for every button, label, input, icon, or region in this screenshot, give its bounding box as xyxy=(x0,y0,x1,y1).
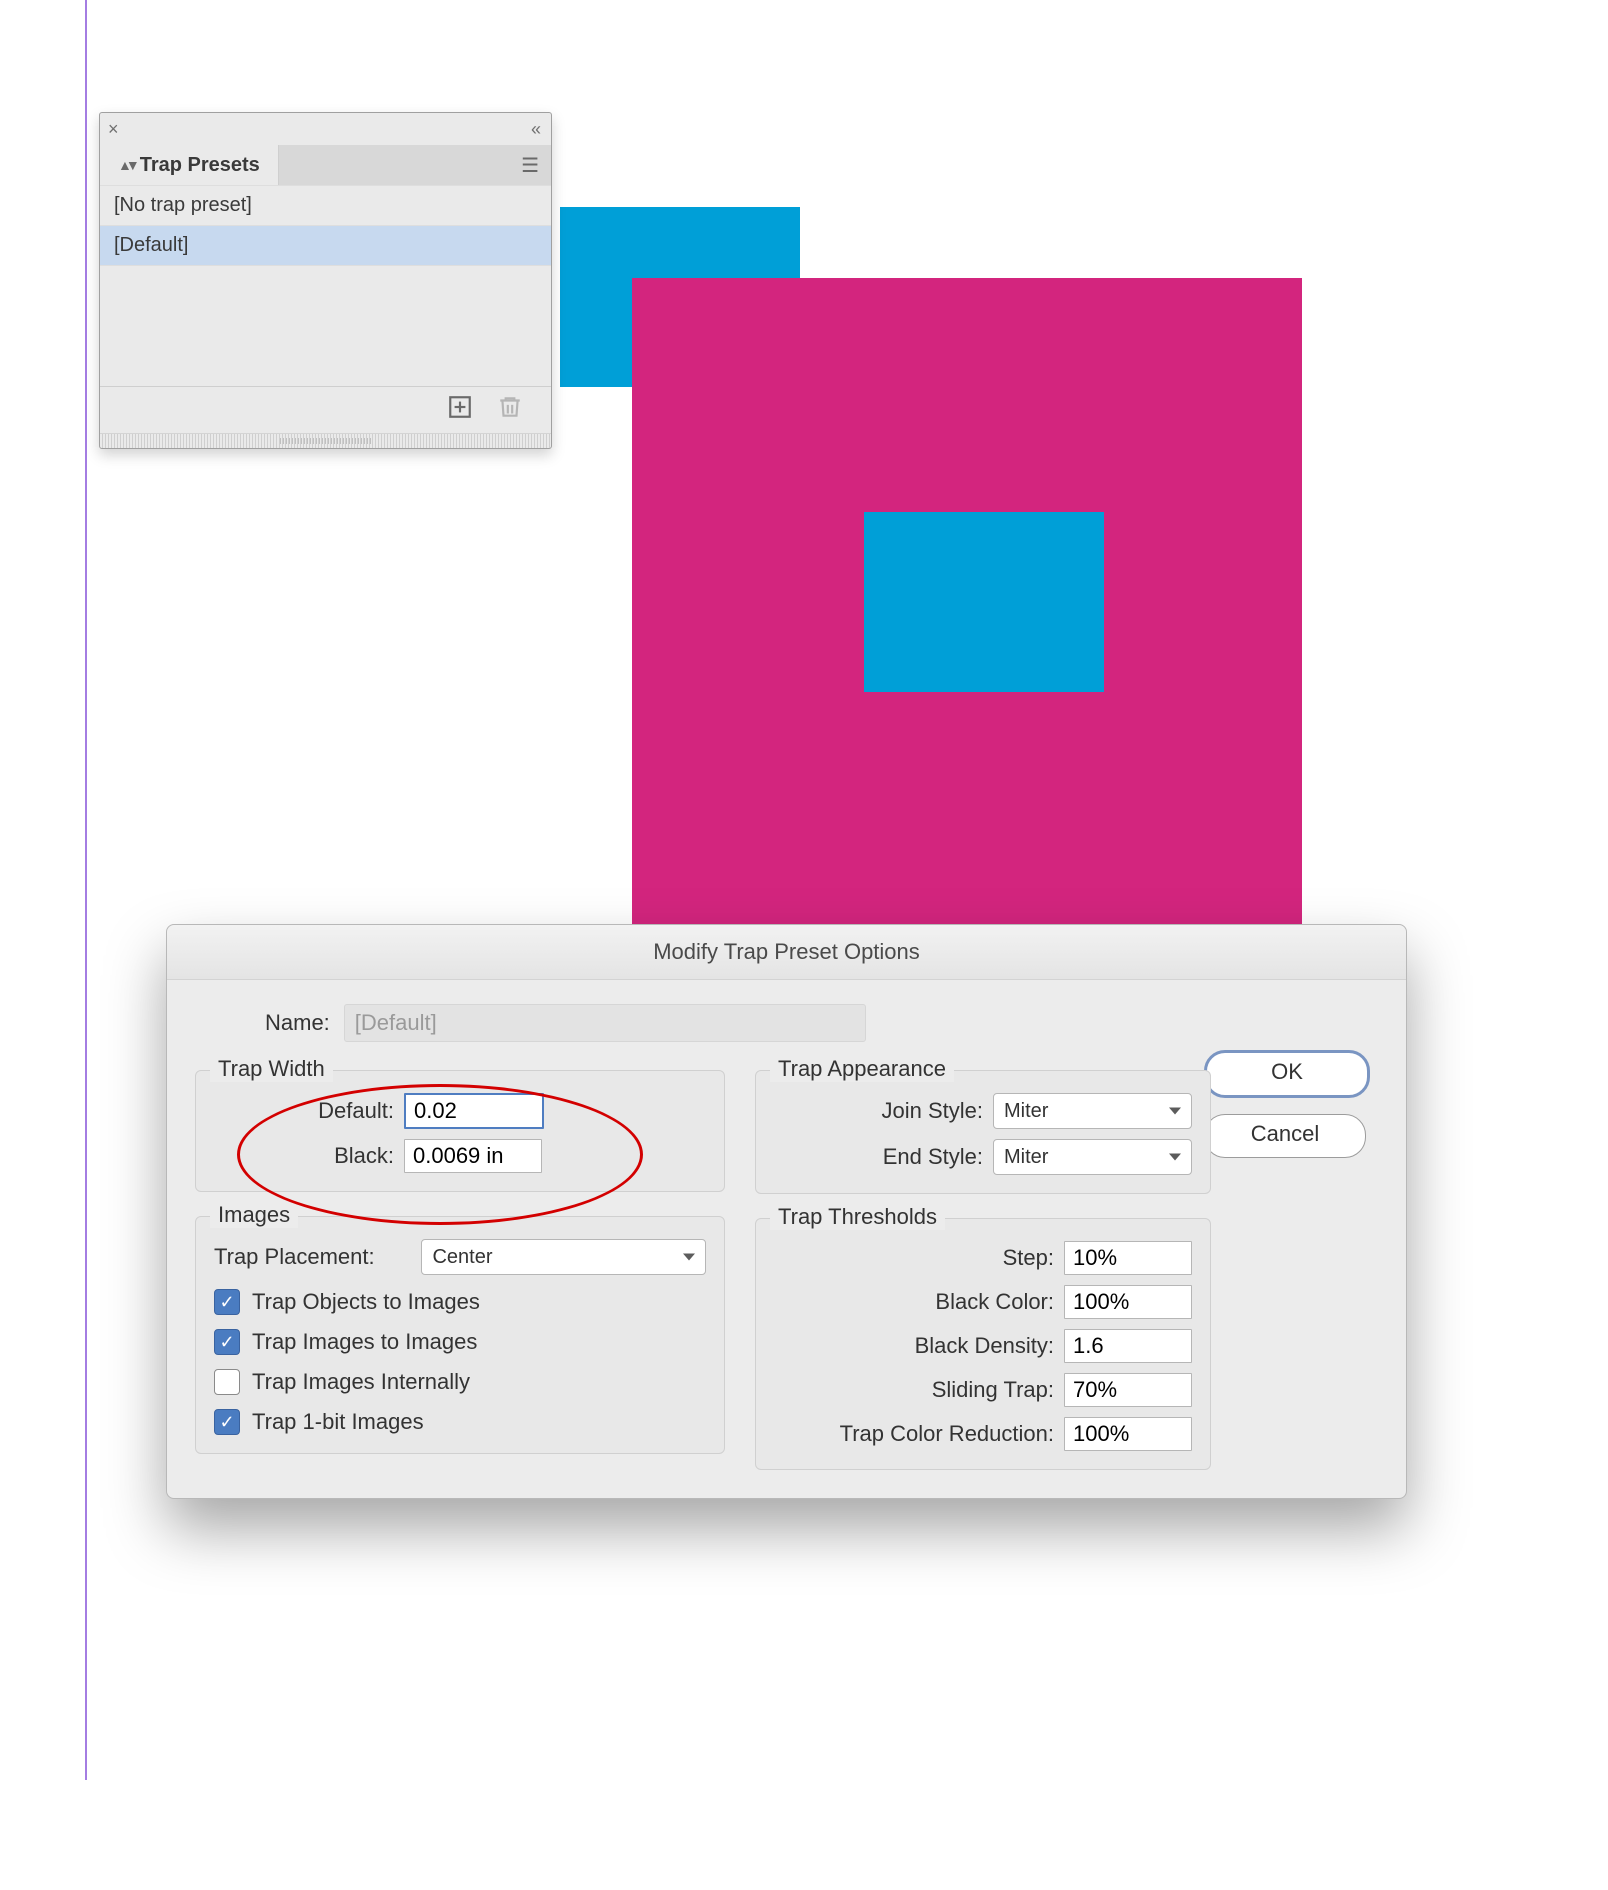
panel-tab-row: ▲▼ Trap Presets ☰ xyxy=(100,145,551,185)
chk-images-internally-label: Trap Images Internally xyxy=(252,1369,470,1395)
color-reduction-label: Trap Color Reduction: xyxy=(774,1421,1064,1447)
sliding-trap-label: Sliding Trap: xyxy=(774,1377,1064,1403)
chk-one-bit[interactable]: ✓ xyxy=(214,1409,240,1435)
legend-trap-width: Trap Width xyxy=(210,1056,333,1082)
preset-list-empty-area xyxy=(100,265,551,386)
canvas-rect-blue-inner xyxy=(864,512,1104,692)
panel-menu-icon[interactable]: ☰ xyxy=(521,153,551,178)
chk-images-internally[interactable] xyxy=(214,1369,240,1395)
black-color-input[interactable] xyxy=(1064,1285,1192,1319)
chk-objects-to-images-row[interactable]: ✓ Trap Objects to Images xyxy=(214,1289,706,1315)
step-label: Step: xyxy=(774,1245,1064,1271)
trap-placement-value: Center xyxy=(432,1246,492,1269)
chk-images-to-images-label: Trap Images to Images xyxy=(252,1329,477,1355)
trap-width-black-label: Black: xyxy=(214,1143,404,1169)
name-label: Name: xyxy=(265,1010,330,1036)
end-style-value: Miter xyxy=(1004,1146,1048,1169)
trap-presets-panel: × « ▲▼ Trap Presets ☰ [No trap preset] [… xyxy=(99,112,552,449)
panel-tab-label: Trap Presets xyxy=(140,154,260,177)
black-density-label: Black Density: xyxy=(774,1333,1064,1359)
sliding-trap-input[interactable] xyxy=(1064,1373,1192,1407)
panel-resize-grip[interactable] xyxy=(100,433,551,448)
trash-icon[interactable] xyxy=(497,394,523,426)
cancel-button[interactable]: Cancel xyxy=(1204,1114,1366,1158)
join-style-select[interactable]: Miter xyxy=(993,1093,1192,1129)
group-trap-thresholds: Trap Thresholds Step: Black Color: Black… xyxy=(755,1218,1211,1470)
chk-one-bit-row[interactable]: ✓ Trap 1-bit Images xyxy=(214,1409,706,1435)
panel-footer xyxy=(100,386,551,433)
new-preset-icon[interactable] xyxy=(447,394,473,426)
chk-images-internally-row[interactable]: Trap Images Internally xyxy=(214,1369,706,1395)
modify-trap-preset-dialog: Modify Trap Preset Options OK Cancel Nam… xyxy=(166,924,1407,1499)
legend-trap-thresholds: Trap Thresholds xyxy=(770,1204,945,1230)
panel-titlebar[interactable]: × « xyxy=(100,113,551,145)
trap-placement-label: Trap Placement: xyxy=(214,1244,421,1270)
updown-icon: ▲▼ xyxy=(118,157,134,173)
group-trap-width: Trap Width Default: Black: xyxy=(195,1070,725,1192)
name-field xyxy=(344,1004,866,1042)
legend-trap-appearance: Trap Appearance xyxy=(770,1056,954,1082)
join-style-value: Miter xyxy=(1004,1100,1048,1123)
chk-images-to-images-row[interactable]: ✓ Trap Images to Images xyxy=(214,1329,706,1355)
panel-tab-trap-presets[interactable]: ▲▼ Trap Presets xyxy=(100,145,279,185)
trap-placement-select[interactable]: Center xyxy=(421,1239,706,1275)
preset-list: [No trap preset] [Default] xyxy=(100,185,551,386)
preset-item-no-trap[interactable]: [No trap preset] xyxy=(100,185,551,225)
dialog-title: Modify Trap Preset Options xyxy=(167,925,1406,980)
trap-width-default-input[interactable] xyxy=(404,1093,544,1129)
ok-button[interactable]: OK xyxy=(1204,1050,1370,1098)
chk-one-bit-label: Trap 1-bit Images xyxy=(252,1409,424,1435)
chk-objects-to-images[interactable]: ✓ xyxy=(214,1289,240,1315)
collapse-icon[interactable]: « xyxy=(531,119,541,140)
end-style-select[interactable]: Miter xyxy=(993,1139,1192,1175)
preset-item-default[interactable]: [Default] xyxy=(100,225,551,265)
black-color-label: Black Color: xyxy=(774,1289,1064,1315)
color-reduction-input[interactable] xyxy=(1064,1417,1192,1451)
step-input[interactable] xyxy=(1064,1241,1192,1275)
trap-width-default-label: Default: xyxy=(214,1098,404,1124)
trap-width-black-input[interactable] xyxy=(404,1139,542,1173)
close-icon[interactable]: × xyxy=(108,119,128,140)
chk-images-to-images[interactable]: ✓ xyxy=(214,1329,240,1355)
end-style-label: End Style: xyxy=(774,1144,993,1170)
black-density-input[interactable] xyxy=(1064,1329,1192,1363)
group-images: Images Trap Placement: Center ✓ Trap Obj… xyxy=(195,1216,725,1454)
group-trap-appearance: Trap Appearance Join Style: Miter End St… xyxy=(755,1070,1211,1194)
chk-objects-to-images-label: Trap Objects to Images xyxy=(252,1289,480,1315)
ruler-guide-vertical xyxy=(85,0,87,1780)
join-style-label: Join Style: xyxy=(774,1098,993,1124)
legend-images: Images xyxy=(210,1202,298,1228)
